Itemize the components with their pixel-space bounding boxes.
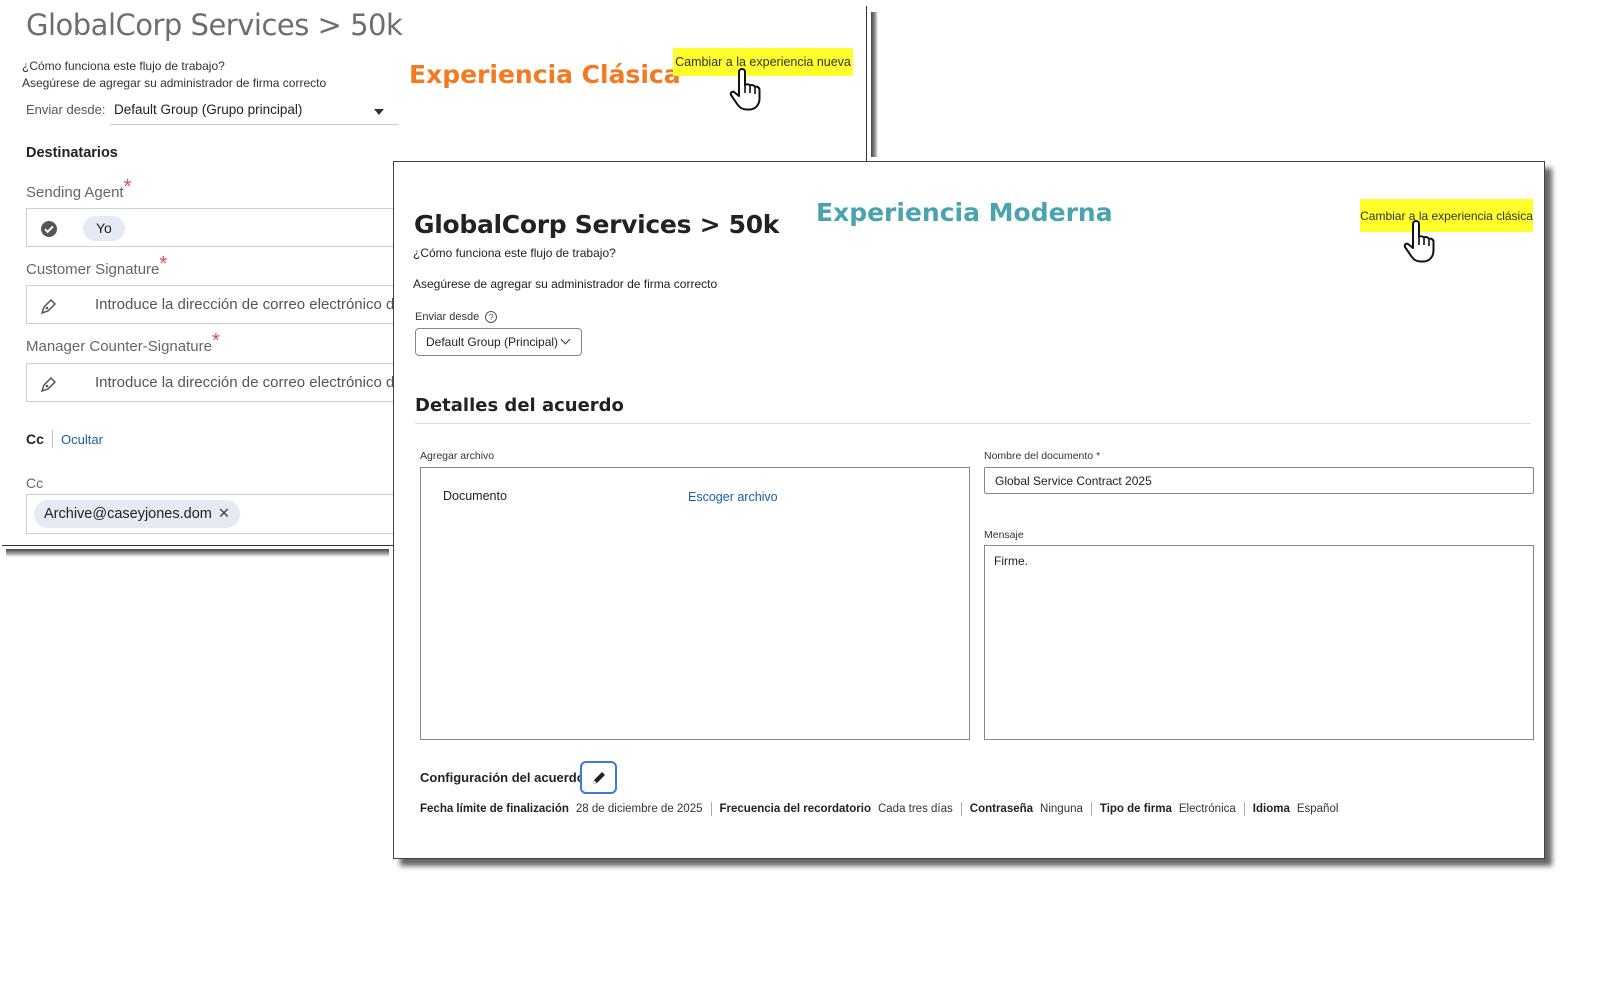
classic-page-title: GlobalCorp Services > 50k <box>26 8 403 42</box>
classic-bottom-shadow <box>6 549 389 557</box>
manager-counter-signature-label: Manager Counter-Signature* <box>26 330 220 355</box>
switch-to-classic-experience-button[interactable]: Cambiar a la experiencia clásica <box>1360 199 1533 232</box>
language-value: Español <box>1296 803 1339 815</box>
hide-cc-link[interactable]: Ocultar <box>61 432 103 447</box>
section-divider <box>415 423 1531 424</box>
modern-send-from-select[interactable]: Default Group (Principal) <box>415 328 582 356</box>
file-dropzone[interactable]: Documento Escoger archivo <box>420 467 970 740</box>
document-name-input[interactable] <box>984 467 1534 494</box>
password-key: Contraseña <box>969 803 1034 815</box>
modern-send-from-label: Enviar desde ? <box>415 311 498 323</box>
message-label: Mensaje <box>984 529 1024 541</box>
message-textarea[interactable]: Firme. <box>984 545 1534 740</box>
modern-how-it-works-link[interactable]: ¿Cómo funciona este flujo de trabajo? <box>413 246 616 260</box>
required-marker: * <box>159 253 168 275</box>
cc-chip-email: Archive@caseyjones.dom <box>44 506 212 522</box>
caret-down-icon <box>374 109 384 115</box>
manager-counter-signature-placeholder: Introduce la dirección de correo electró… <box>95 374 396 391</box>
choose-file-link[interactable]: Escoger archivo <box>688 490 778 504</box>
customer-signature-field[interactable]: Introduce la dirección de correo electró… <box>26 285 396 324</box>
reminder-key: Frecuencia del recordatorio <box>719 803 871 815</box>
cc-chip: Archive@caseyjones.dom ✕ <box>34 500 241 528</box>
pencil-icon <box>592 771 605 784</box>
cc-heading: Cc <box>26 431 44 447</box>
classic-send-from-label: Enviar desde: <box>26 102 106 117</box>
customer-signature-label: Customer Signature* <box>26 253 168 278</box>
deadline-key: Fecha límite de finalización <box>420 803 569 815</box>
language-key: Idioma <box>1252 803 1290 815</box>
summary-separator <box>1243 802 1245 816</box>
hand-cursor-icon <box>729 68 761 111</box>
pen-icon <box>40 298 57 315</box>
document-name-label: Nombre del documento * <box>984 450 1101 462</box>
summary-separator <box>710 802 712 816</box>
modern-ensure-admin-text: Asegúrese de agregar su administrador de… <box>413 277 718 291</box>
sending-agent-field[interactable]: Yo <box>26 208 396 247</box>
summary-separator <box>960 802 962 816</box>
cc-separator <box>52 430 53 448</box>
recipients-heading: Destinatarios <box>26 145 118 161</box>
add-file-label: Agregar archivo <box>420 450 495 462</box>
hand-cursor-icon <box>1403 220 1435 263</box>
classic-ensure-admin-text: Asegúrese de agregar su administrador de… <box>22 76 327 90</box>
summary-separator <box>1090 802 1092 816</box>
help-icon[interactable]: ? <box>485 311 498 323</box>
modern-experience-label: Experiencia Moderna <box>816 198 1113 227</box>
classic-how-it-works-link[interactable]: ¿Cómo funciona este flujo de trabajo? <box>22 59 225 73</box>
manager-counter-signature-field[interactable]: Introduce la dirección de correo electró… <box>26 363 396 402</box>
agreement-settings-label: Configuración del acuerdo <box>420 770 585 785</box>
classic-experience-label: Experiencia Clásica <box>409 60 681 89</box>
required-marker: * <box>1096 450 1101 462</box>
customer-signature-placeholder: Introduce la dirección de correo electró… <box>95 296 396 313</box>
deadline-value: 28 de diciembre de 2025 <box>575 803 703 815</box>
sending-agent-chip[interactable]: Yo <box>83 216 125 241</box>
signature-type-value: Electrónica <box>1178 803 1236 815</box>
cc-input[interactable]: Archive@caseyjones.dom ✕ <box>26 494 406 534</box>
pen-icon <box>40 376 57 393</box>
cc-field-label: Cc <box>26 475 44 491</box>
classic-right-border <box>866 6 867 164</box>
classic-send-from-value: Default Group (Grupo principal) <box>114 102 303 117</box>
document-label: Documento <box>443 489 507 503</box>
required-marker: * <box>123 176 132 198</box>
classic-right-shadow <box>871 12 878 157</box>
modern-send-from-value: Default Group (Principal) <box>426 335 559 349</box>
agreement-details-heading: Detalles del acuerdo <box>415 395 624 416</box>
classic-bottom-border <box>2 545 405 546</box>
modern-experience-panel: GlobalCorp Services > 50k Experiencia Mo… <box>393 161 1545 859</box>
reminder-value: Cada tres días <box>877 803 953 815</box>
password-value: Ninguna <box>1040 803 1083 815</box>
sending-agent-label: Sending Agent* <box>26 176 132 201</box>
modern-page-title: GlobalCorp Services > 50k <box>414 210 780 239</box>
edit-agreement-settings-button[interactable] <box>580 761 617 794</box>
agreement-settings-summary: Fecha límite de finalización 28 de dicie… <box>420 802 1338 816</box>
close-icon[interactable]: ✕ <box>218 506 230 522</box>
signature-type-key: Tipo de firma <box>1099 803 1172 815</box>
classic-send-from-dropdown[interactable]: Default Group (Grupo principal) <box>110 97 398 125</box>
check-circle-icon <box>41 221 57 237</box>
required-marker: * <box>211 330 220 352</box>
chevron-down-icon <box>560 334 571 345</box>
